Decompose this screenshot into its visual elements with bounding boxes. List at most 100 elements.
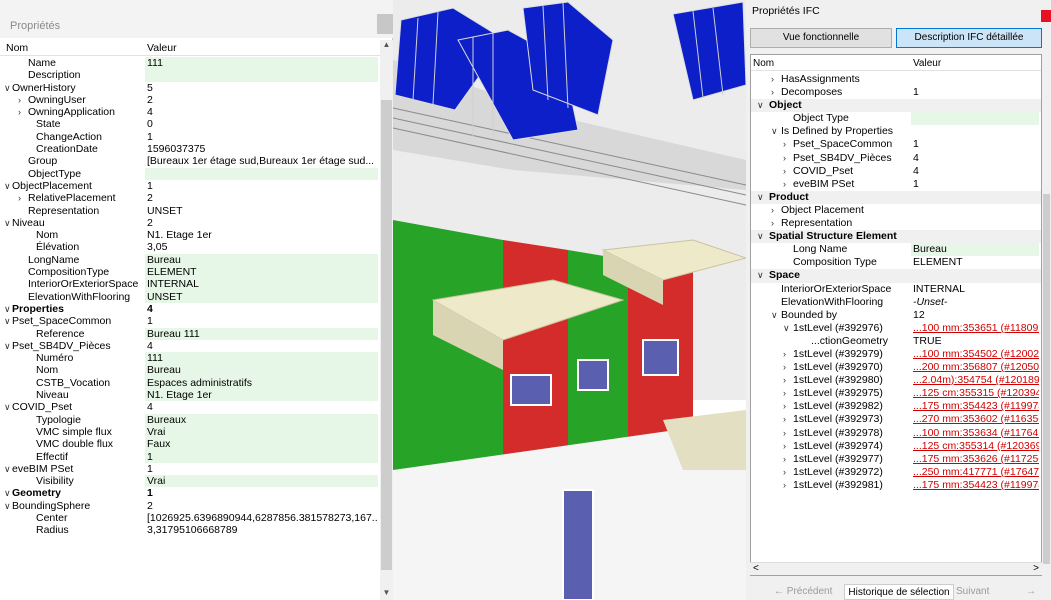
ifc-value-link[interactable]: ...175 mm:353626 (#117256) [911,453,1039,466]
property-value[interactable]: Bureau [145,364,378,377]
property-row[interactable]: › OwningApplication 4 [0,106,382,118]
property-row[interactable]: ∨ Pset_SB4DV_Pièces 4 [0,340,382,352]
ifc-section-row[interactable]: ∨ Spatial Structure Element [751,230,1041,244]
ifc-property-row[interactable]: Object Type [751,112,1041,126]
property-row[interactable]: CSTB_Vocation Espaces administratifs [0,376,382,390]
property-row[interactable]: Nom Bureau [0,364,382,377]
collapse-chevron-icon[interactable]: › [771,217,774,230]
property-value[interactable]: Vrai [145,425,378,439]
property-value[interactable]: Bureau 111 [145,327,378,340]
ifc-scroll-thumb[interactable] [1043,194,1050,564]
ifc-property-row[interactable]: ∨ Bounded by 12 [751,309,1041,322]
selection-history-button[interactable]: Historique de sélection [844,584,954,600]
property-value[interactable]: Vrai [145,475,378,488]
ifc-property-value[interactable]: Bureau [911,243,1039,257]
ifc-section-row[interactable]: ∨ Space [751,269,1041,283]
tab-functional-view[interactable]: Vue fonctionnelle [750,28,892,48]
property-row[interactable]: VMC double flux Faux [0,438,382,451]
ifc-scrollbar[interactable] [1042,54,1051,576]
close-icon[interactable] [1041,10,1051,22]
scroll-left-icon[interactable]: < [753,563,759,574]
ifc-property-row[interactable]: › 1stLevel (#392978) ...100 mm:353634 (#11… [751,427,1041,440]
property-value[interactable]: N1. Etage 1er [145,389,378,402]
ifc-property-row[interactable]: › 1stLevel (#392970) ...200 mm:356807 (#12… [751,361,1041,374]
ifc-property-row[interactable]: Composition Type ELEMENT [751,256,1041,269]
property-row[interactable]: Name 111 [0,57,382,70]
property-row[interactable]: CreationDate 1596037375 [0,143,382,155]
property-row[interactable]: State 0 [0,118,382,130]
expand-chevron-icon[interactable]: ∨ [4,487,11,499]
expand-chevron-icon[interactable]: ∨ [4,315,11,327]
ifc-property-row[interactable]: › 1stLevel (#392977) ...175 mm:353626 (#11… [751,453,1041,466]
expand-chevron-icon[interactable]: ∨ [4,180,11,192]
property-row[interactable]: Radius 3,31795106668789 [0,524,382,536]
ifc-property-row[interactable]: › Decomposes 1 [751,86,1041,99]
ifc-column-header-value[interactable]: Valeur [913,58,941,69]
ifc-property-row[interactable]: › 1stLevel (#392974) ...125 cm:355314 (#12… [751,440,1041,453]
property-row[interactable]: Nom N1. Etage 1er [0,229,382,241]
column-header-value[interactable]: Valeur [147,42,177,54]
ifc-property-row[interactable]: ∨ Is Defined by Properties [751,125,1041,138]
3d-viewport[interactable] [393,0,746,600]
property-row[interactable]: ∨ ObjectPlacement 1 [0,180,382,192]
property-row[interactable]: InteriorOrExteriorSpace INTERNAL [0,278,382,291]
collapse-chevron-icon[interactable]: › [783,138,786,151]
collapse-chevron-icon[interactable]: › [783,348,786,361]
ifc-property-row[interactable]: › eveBIM PSet 1 [751,178,1041,191]
property-value[interactable]: 1 [145,450,378,463]
expand-chevron-icon[interactable]: ∨ [4,217,11,229]
property-row[interactable]: ∨ OwnerHistory 5 [0,82,382,94]
expand-chevron-icon[interactable]: ∨ [771,125,778,138]
property-value[interactable]: Bureau [145,253,378,267]
property-row[interactable]: Élévation 3,05 [0,241,382,253]
panel-pin-button[interactable] [377,14,393,34]
property-row[interactable]: Reference Bureau 111 [0,327,382,340]
ifc-property-row[interactable]: › 1stLevel (#392975) ...125 cm:355315 (#12… [751,387,1041,400]
ifc-value-link[interactable]: ...270 mm:353602 (#116356) [911,413,1039,426]
ifc-property-row[interactable]: Long Name Bureau [751,243,1041,257]
scroll-thumb[interactable] [381,100,392,570]
expand-chevron-icon[interactable]: ∨ [757,230,764,243]
property-row[interactable]: ∨ COVID_Pset 4 [0,401,382,413]
collapse-chevron-icon[interactable]: › [18,106,21,118]
property-value[interactable]: ELEMENT [145,266,378,279]
property-row[interactable]: ∨ BoundingSphere 2 [0,500,382,512]
collapse-chevron-icon[interactable]: › [783,427,786,440]
ifc-property-row[interactable]: › 1stLevel (#392973) ...270 mm:353602 (#11… [751,413,1041,426]
expand-chevron-icon[interactable]: ∨ [4,82,11,94]
ifc-property-row[interactable]: › COVID_Pset 4 [751,165,1041,178]
collapse-chevron-icon[interactable]: › [783,453,786,466]
expand-chevron-icon[interactable]: ∨ [757,99,764,112]
property-row[interactable]: ElevationWithFlooring UNSET [0,290,382,303]
ifc-horizontal-scrollbar[interactable]: < > [750,562,1042,575]
collapse-chevron-icon[interactable]: › [783,178,786,191]
property-value[interactable] [145,69,378,82]
property-row[interactable]: LongName Bureau [0,253,382,267]
ifc-value-link[interactable]: ...200 mm:356807 (#120505) [911,361,1039,374]
ifc-property-row[interactable]: › HasAssignments [751,73,1041,86]
ifc-value-link[interactable]: ...125 cm:355315 (#120394) [911,387,1039,400]
property-row[interactable]: ∨ Properties 4 [0,303,382,315]
property-value[interactable]: UNSET [145,290,378,303]
ifc-property-row[interactable]: › Object Placement [751,204,1041,217]
property-value[interactable] [145,167,378,180]
property-row[interactable]: Description [0,69,382,82]
ifc-value-link[interactable]: ...2.04m):354754 (#120189) [911,374,1039,387]
collapse-chevron-icon[interactable]: › [783,165,786,178]
ifc-value-link[interactable]: ...175 mm:354423 (#119978) [911,479,1039,492]
expand-chevron-icon[interactable]: ∨ [4,401,11,413]
expand-chevron-icon[interactable]: ∨ [771,309,778,322]
property-value[interactable]: INTERNAL [145,278,378,291]
scroll-up-icon[interactable]: ▲ [380,40,393,52]
property-row[interactable]: › RelativePlacement 2 [0,192,382,204]
properties-scrollbar[interactable]: ▲ ▼ [380,40,393,600]
property-row[interactable]: Group [Bureaux 1er étage sud,Bureaux 1er … [0,155,382,167]
ifc-value-link[interactable]: ...175 mm:354423 (#119978) [911,400,1039,413]
ifc-value-link[interactable]: ...100 mm:353651 (#118092) [911,322,1039,335]
collapse-chevron-icon[interactable]: › [771,204,774,217]
property-row[interactable]: Center [1026925.6396890944,6287856.381578… [0,512,382,524]
property-row[interactable]: ∨ Pset_SpaceCommon 1 [0,315,382,327]
collapse-chevron-icon[interactable]: › [771,73,774,86]
collapse-chevron-icon[interactable]: › [18,192,21,204]
property-row[interactable]: › OwningUser 2 [0,94,382,106]
